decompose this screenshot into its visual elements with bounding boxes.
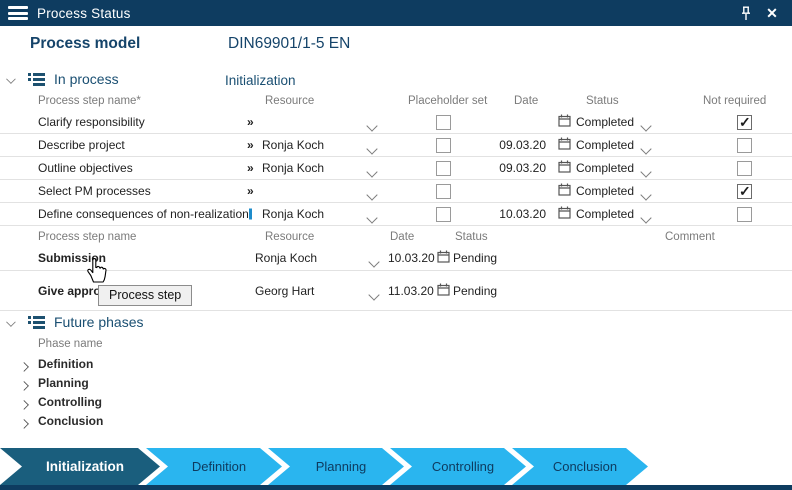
resource-state-icon[interactable] <box>249 209 252 220</box>
phase-progress-bar: Initialization Definition Planning Contr… <box>0 448 792 485</box>
close-icon[interactable]: ✕ <box>762 3 782 23</box>
future-phases-section-header: Future phases <box>0 314 144 330</box>
not-required-checkbox[interactable] <box>737 161 752 176</box>
calendar-icon[interactable] <box>558 137 571 153</box>
col-status: Status <box>586 95 619 107</box>
date-value[interactable]: 09.03.20 <box>470 138 546 152</box>
step-name: Select PM processes <box>38 184 151 198</box>
list-item: Planning <box>0 373 792 392</box>
tooltip: Process step <box>98 285 192 306</box>
not-required-checkbox[interactable] <box>737 138 752 153</box>
date-value[interactable]: 11.03.20 <box>388 284 434 298</box>
in-process-section-header: In process <box>0 71 119 87</box>
resource-assign-icon[interactable]: » <box>247 161 254 175</box>
resource-assign-icon[interactable]: » <box>247 184 254 198</box>
date-value[interactable]: 10.03.20 <box>388 251 435 265</box>
not-required-checkbox[interactable] <box>737 207 752 222</box>
placeholder-set-checkbox[interactable] <box>436 207 451 222</box>
phase-name[interactable]: Planning <box>38 376 89 390</box>
window-titlebar: Process Status ✕ <box>0 0 792 26</box>
status-value: Pending <box>453 284 497 298</box>
table-row: Describe project » Ronja Koch 09.03.20 C… <box>0 134 792 157</box>
resource-value[interactable]: Ronja Koch <box>262 207 324 221</box>
date-value[interactable]: 09.03.20 <box>470 161 546 175</box>
col-resource: Resource <box>265 95 314 107</box>
col-status: Status <box>455 231 488 243</box>
calendar-icon[interactable] <box>437 283 450 299</box>
status-value[interactable]: Completed <box>576 138 634 152</box>
calendar-icon[interactable] <box>437 250 450 266</box>
status-value[interactable]: Completed <box>576 115 634 129</box>
list-item: Conclusion <box>0 411 792 430</box>
resource-value[interactable]: Ronja Koch <box>262 138 324 152</box>
status-value[interactable]: Completed <box>576 184 634 198</box>
col-not-required: Not required <box>703 95 766 107</box>
phase-chevron-planning[interactable]: Planning <box>268 448 404 485</box>
col-phase-name: Phase name <box>38 338 103 350</box>
in-process-title[interactable]: In process <box>54 71 119 87</box>
step-name: Define consequences of non-realization <box>38 207 249 221</box>
resource-value[interactable]: Ronja Koch <box>262 161 324 175</box>
col-resource: Resource <box>265 231 314 243</box>
table-row: Clarify responsibility » Completed <box>0 111 792 134</box>
col-process-step-name: Process step name* <box>38 95 141 107</box>
table-row: Select PM processes » Completed <box>0 180 792 203</box>
hand-cursor-icon <box>85 256 108 289</box>
collapse-icon[interactable] <box>6 75 18 84</box>
list-icon <box>28 72 45 86</box>
resource-assign-icon[interactable]: » <box>247 115 254 129</box>
resource-value[interactable]: Georg Hart <box>255 284 314 298</box>
resource-assign-icon[interactable]: » <box>247 138 254 152</box>
phase-name[interactable]: Controlling <box>38 395 102 409</box>
menu-icon[interactable] <box>8 6 28 20</box>
col-comment: Comment <box>665 231 715 243</box>
calendar-icon[interactable] <box>558 160 571 176</box>
pin-icon[interactable] <box>736 3 756 23</box>
calendar-icon[interactable] <box>558 114 571 130</box>
col-date: Date <box>390 231 414 243</box>
phase-chevron-initialization[interactable]: Initialization <box>0 448 160 485</box>
phase-chevron-conclusion[interactable]: Conclusion <box>512 448 648 485</box>
date-value[interactable]: 10.03.20 <box>470 207 546 221</box>
process-status-window: Process Status ✕ Process model DIN69901/… <box>0 0 792 490</box>
list-icon <box>28 315 45 329</box>
table-row: Submission Ronja Koch 10.03.20 Pending <box>0 245 792 271</box>
placeholder-set-checkbox[interactable] <box>436 138 451 153</box>
expand-icon[interactable] <box>20 415 29 433</box>
table-row: Outline objectives » Ronja Koch 09.03.20… <box>0 157 792 180</box>
list-item: Definition <box>0 354 792 373</box>
step-name: Outline objectives <box>38 161 133 175</box>
step-name: Describe project <box>38 138 125 152</box>
placeholder-set-checkbox[interactable] <box>436 161 451 176</box>
phase-chevron-definition[interactable]: Definition <box>146 448 282 485</box>
col-process-step-name: Process step name <box>38 231 136 243</box>
phase-chevron-controlling[interactable]: Controlling <box>390 448 526 485</box>
collapse-icon[interactable] <box>6 318 18 327</box>
process-model-label: Process model <box>30 35 140 53</box>
list-item: Controlling <box>0 392 792 411</box>
window-bottom-edge <box>0 485 792 490</box>
placeholder-set-checkbox[interactable] <box>436 115 451 130</box>
calendar-icon[interactable] <box>558 183 571 199</box>
status-value[interactable]: Completed <box>576 207 634 221</box>
not-required-checkbox[interactable] <box>737 184 752 199</box>
table-row: Define consequences of non-realization R… <box>0 203 792 226</box>
not-required-checkbox[interactable] <box>737 115 752 130</box>
col-date: Date <box>514 95 538 107</box>
col-placeholder-set: Placeholder set <box>408 95 487 107</box>
step-name: Clarify responsibility <box>38 115 145 129</box>
phase-name[interactable]: Conclusion <box>38 414 103 428</box>
status-value[interactable]: Completed <box>576 161 634 175</box>
status-value: Pending <box>453 251 497 265</box>
window-title: Process Status <box>37 6 131 21</box>
calendar-icon[interactable] <box>558 206 571 222</box>
future-phases-title[interactable]: Future phases <box>54 314 144 330</box>
process-model-value[interactable]: DIN69901/1-5 EN <box>228 35 350 53</box>
resource-value[interactable]: Ronja Koch <box>255 251 317 265</box>
phase-name[interactable]: Definition <box>38 357 93 371</box>
placeholder-set-checkbox[interactable] <box>436 184 451 199</box>
current-phase-label: Initialization <box>225 73 296 88</box>
